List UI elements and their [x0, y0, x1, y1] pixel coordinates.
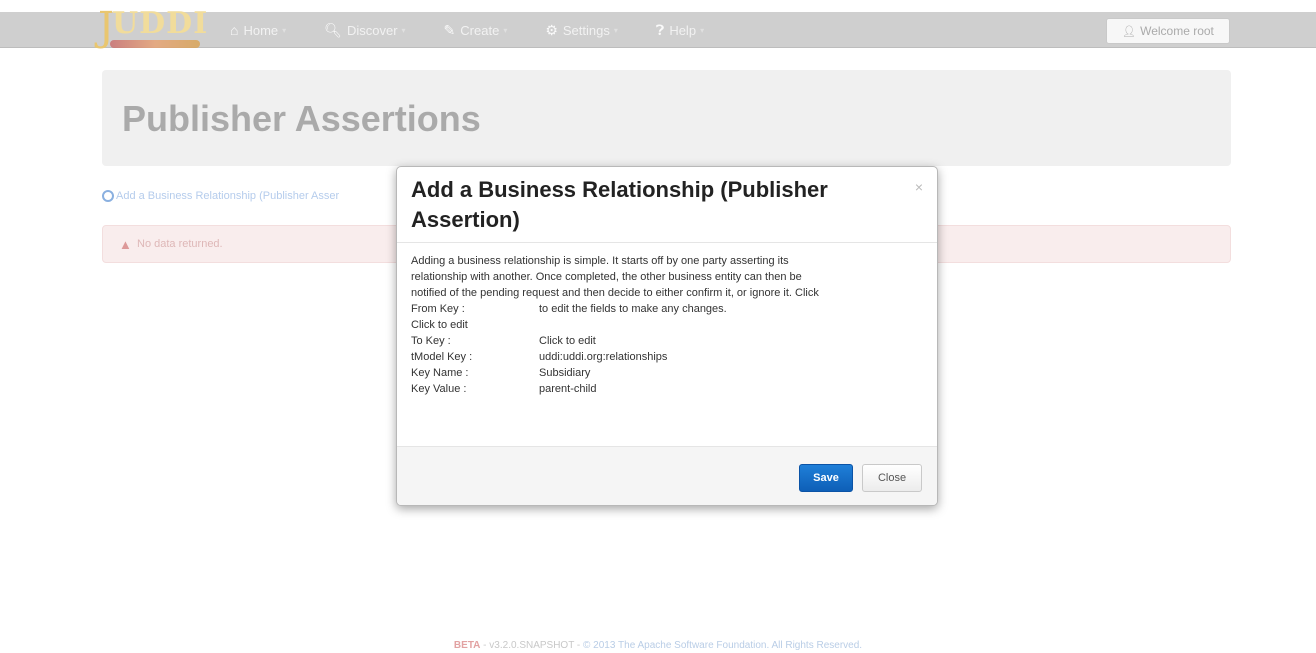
warning-icon: ▲ [119, 237, 132, 252]
home-icon: ⌂ [230, 22, 239, 38]
modal-title: Add a Business Relationship (Publisher A… [411, 177, 828, 232]
key-value-label: Key Value : [411, 383, 467, 395]
welcome-label: Welcome root [1140, 24, 1214, 38]
nav-settings[interactable]: ⚙ Settings ▾ [545, 22, 618, 39]
nav-home[interactable]: ⌂ Home ▾ [230, 22, 286, 38]
save-button[interactable]: Save [799, 464, 853, 492]
to-key-row: To Key : Click to edit [411, 333, 927, 349]
chevron-down-icon: ▾ [613, 25, 618, 35]
user-icon: 👤︎ [1122, 25, 1137, 38]
question-icon: ❓︎ [655, 21, 665, 38]
key-name-value[interactable]: Subsidiary [539, 365, 590, 381]
search-icon: 🔍︎ [324, 21, 342, 38]
welcome-user-button[interactable]: 👤︎ Welcome root [1106, 18, 1230, 44]
logo-text: UDDI [112, 6, 209, 41]
modal-header: Add a Business Relationship (Publisher A… [397, 167, 937, 243]
chevron-down-icon: ▾ [282, 25, 287, 35]
to-key-label: To Key : [411, 335, 451, 347]
intro-line-1: Adding a business relationship is simple… [411, 255, 789, 267]
nav-create[interactable]: ✎ Create ▾ [444, 22, 508, 39]
copyright-link[interactable]: © 2013 The Apache Software Foundation. A… [583, 640, 862, 651]
alert-text: No data returned. [137, 238, 223, 250]
from-key-edit-field[interactable]: Click to edit [411, 317, 468, 333]
key-value-row: Key Value : parent-child [411, 381, 927, 397]
version-text: - v3.2.0.SNAPSHOT - [480, 640, 584, 651]
page: J UDDI ⌂ Home ▾ 🔍︎ Discover ▾ ✎ Create ▾… [0, 0, 1316, 653]
nav-help-label: Help [669, 22, 697, 38]
close-button[interactable]: Close [862, 464, 922, 492]
key-name-row: Key Name : Subsidiary [411, 365, 927, 381]
modal-body: Adding a business relationship is simple… [411, 253, 927, 397]
modal-footer: Save Close [397, 446, 937, 505]
nav-create-label: Create [460, 22, 500, 38]
feather-graphic [110, 40, 200, 48]
nav-home-label: Home [243, 22, 279, 38]
tmodel-key-label: tModel Key : [411, 351, 473, 363]
chevron-down-icon: ▾ [401, 25, 406, 35]
add-relationship-label: Add a Business Relationship (Publisher A… [116, 190, 340, 202]
pencil-icon: ✎ [443, 21, 456, 38]
from-key-row: From Key : to edit the fields to make an… [411, 301, 927, 317]
from-key-label: From Key : [411, 303, 465, 315]
key-name-label: Key Name : [411, 367, 469, 379]
nav-menu: ⌂ Home ▾ 🔍︎ Discover ▾ ✎ Create ▾ ⚙ Sett… [230, 12, 742, 48]
close-icon[interactable]: × [915, 179, 923, 195]
nav-help[interactable]: ❓︎ Help ▾ [656, 22, 704, 39]
tmodel-key-row: tModel Key : uddi:uddi.org:relationships [411, 349, 927, 365]
intro-line-2: relationship with another. Once complete… [411, 271, 802, 283]
chevron-down-icon: ▾ [503, 25, 508, 35]
nav-discover-label: Discover [346, 22, 398, 38]
tmodel-key-value[interactable]: uddi:uddi.org:relationships [539, 349, 667, 365]
juddi-logo[interactable]: J UDDI [98, 4, 207, 54]
add-relationship-modal: Add a Business Relationship (Publisher A… [396, 166, 938, 506]
footer: BETA - v3.2.0.SNAPSHOT - © 2013 The Apac… [0, 640, 1316, 651]
navbar: J UDDI ⌂ Home ▾ 🔍︎ Discover ▾ ✎ Create ▾… [0, 4, 1316, 50]
from-key-text: to edit the fields to make any changes. [539, 303, 727, 315]
intro-line-3: notified of the pending request and then… [411, 287, 819, 299]
beta-label: BETA [453, 640, 481, 651]
page-header: Publisher Assertions [102, 70, 1231, 166]
from-key-edit-row: Click to edit [411, 317, 927, 333]
chevron-down-icon: ▾ [700, 25, 705, 35]
plus-circle-icon [102, 190, 114, 202]
add-relationship-link[interactable]: Add a Business Relationship (Publisher A… [102, 190, 339, 202]
gear-icon: ⚙ [545, 21, 558, 38]
nav-discover[interactable]: 🔍︎ Discover ▾ [324, 22, 405, 39]
key-value-value[interactable]: parent-child [539, 381, 596, 397]
nav-settings-label: Settings [562, 22, 610, 38]
to-key-edit-field[interactable]: Click to edit [539, 333, 596, 349]
page-title: Publisher Assertions [122, 98, 481, 139]
